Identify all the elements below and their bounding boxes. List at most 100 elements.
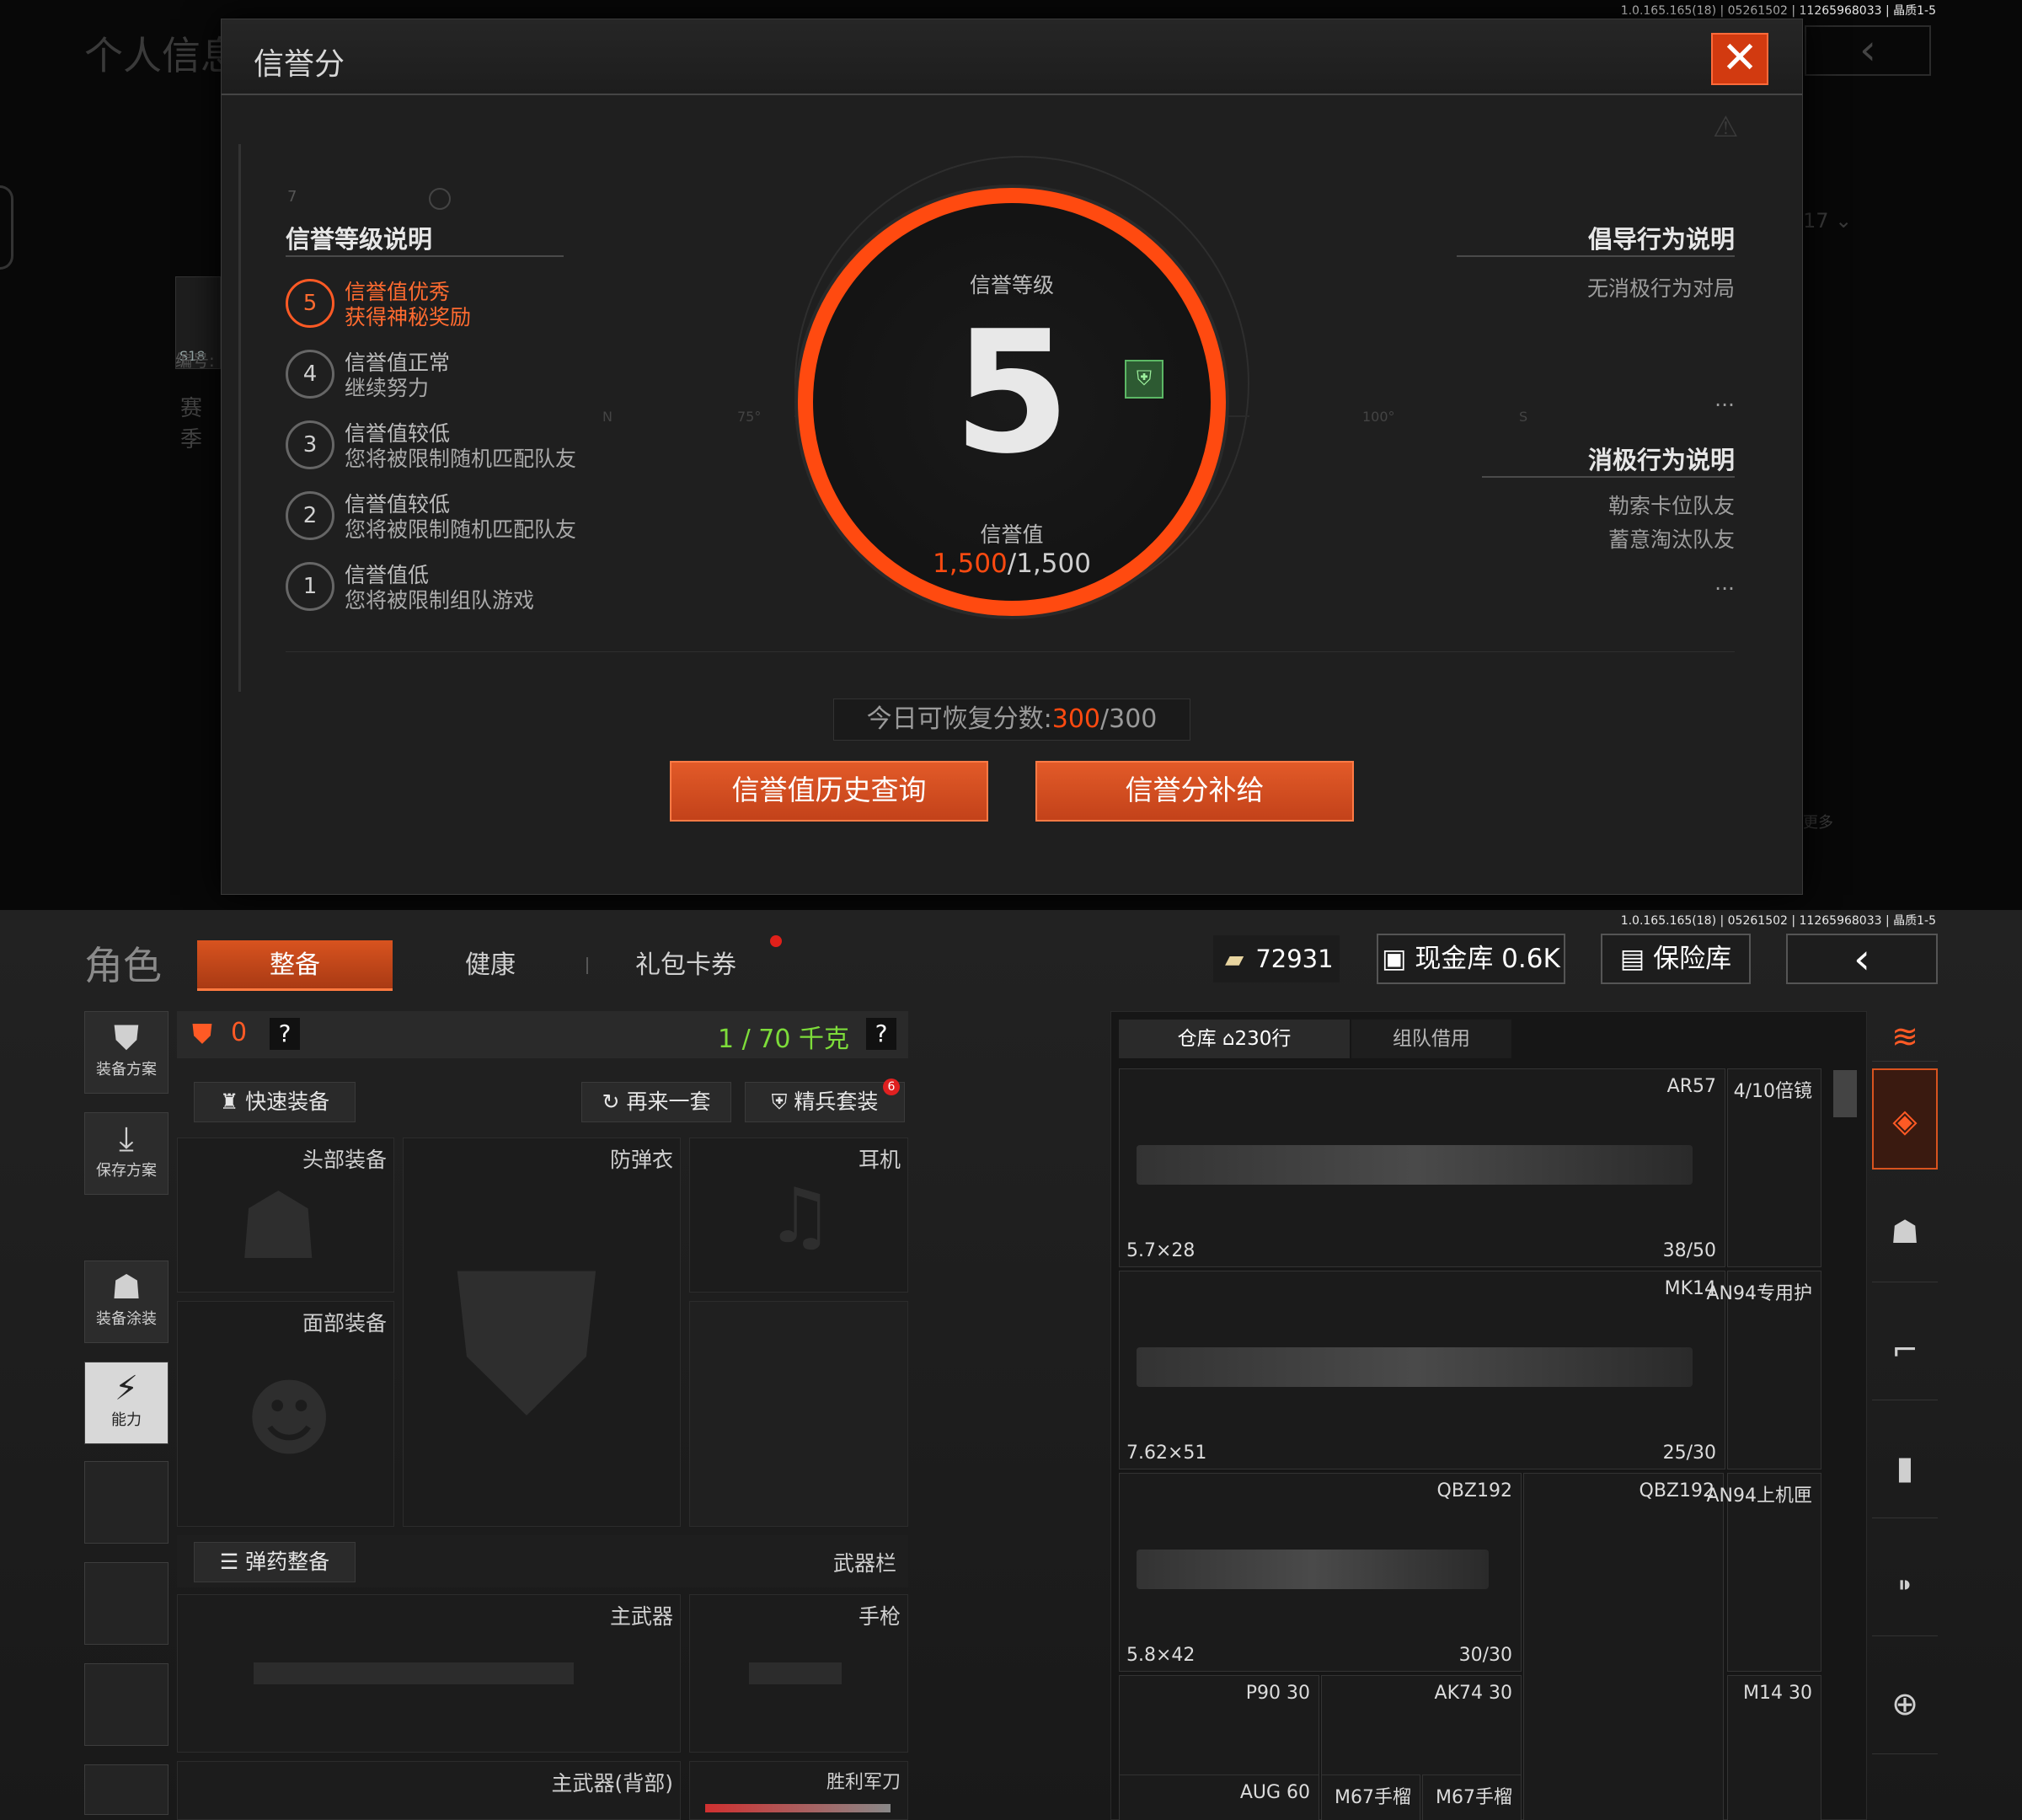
item-cell[interactable]: AN94专用护 (1706, 1271, 1821, 1469)
bg-right-panel: ‹ 17 ⌄ 更多 (1796, 25, 2022, 910)
item-cell[interactable]: M67手榴 (1321, 1774, 1420, 1820)
mask-icon: ☻ (245, 1369, 334, 1468)
quick-equip-button[interactable]: ♜ 快速装备 (194, 1082, 356, 1122)
page-title: 角色 (84, 943, 162, 988)
knife-slot[interactable]: 胜利军刀 (689, 1761, 908, 1820)
equipment-header: ⛊ 0 ? 1 / 70 千克 ? (177, 1011, 908, 1058)
credit-screen: 个人信息 S18 编号: 赛季 ‹ 17 ⌄ 更多 1.0.165.165(18… (0, 0, 2022, 910)
item-cell[interactable]: AR57 5.7×28 38/50 (1119, 1068, 1725, 1267)
tab-gift[interactable]: 礼包卡券 (588, 940, 784, 991)
level-section-title: 信誉等级说明 (286, 225, 433, 254)
item-count: 30/30 (1458, 1645, 1512, 1666)
tab-prepare[interactable]: 整备 (197, 940, 393, 991)
refresh-icon: ↻ (602, 1089, 627, 1114)
helmet-category-icon[interactable]: ☗ (1872, 1181, 1938, 1282)
item-name: QBZ192 (1639, 1480, 1714, 1502)
head-slot[interactable]: 头部装备 ☗ (177, 1138, 394, 1293)
vest-slot[interactable]: 防弹衣 ⛊ (403, 1138, 681, 1527)
item-name: QBZ192 (1436, 1480, 1512, 1502)
crosshair-icon (429, 188, 451, 210)
vest-silhouette-icon: ⛊ (454, 1231, 600, 1456)
item-cell[interactable]: AN94上机匣 (1706, 1473, 1821, 1672)
bg-back-button: ‹ (1805, 25, 1931, 76)
positive-title: 倡导行为说明 (1587, 225, 1735, 254)
negative-item-1: 勒索卡位队友 (1607, 494, 1735, 518)
elite-badge: 6 (883, 1079, 900, 1095)
face-slot[interactable]: 面部装备 ☻ (177, 1301, 394, 1527)
weapon-image (1137, 1550, 1489, 1589)
warehouse-scrollbar[interactable] (1833, 1070, 1857, 1117)
helmet-icon: ☗ (237, 1172, 320, 1280)
cash-vault-button[interactable]: ▣ 现金库 0.6K (1377, 934, 1565, 984)
cash-icon: ▣ (1382, 944, 1415, 974)
item-name: AUG 60 (1239, 1782, 1310, 1803)
credit-modal: 信誉分 ✕ 7 信誉等级说明 5 信誉值优秀 获得神秘奖励 4 信誉值正常 继续努力 3 信誉… (221, 19, 1803, 895)
positive-more: ... (1714, 387, 1735, 411)
compass-s: S (1519, 409, 1528, 425)
level-desc: 您将被限制组队游戏 (345, 588, 535, 613)
recover-label: 今日可恢复分数: (866, 704, 1052, 734)
item-cell[interactable]: 4/10倍镜 (1727, 1068, 1821, 1267)
item-cell[interactable]: QBZ192 (1523, 1473, 1724, 1820)
tab-health[interactable]: 健康 (393, 940, 588, 991)
tab-team-borrow[interactable]: 组队借用 (1351, 1020, 1511, 1058)
ability-button[interactable]: ⚡ 能力 (84, 1362, 168, 1444)
armor-help-button[interactable]: ? (270, 1018, 300, 1050)
safe-button[interactable]: ▤ 保险库 (1601, 934, 1751, 984)
rifle-category-icon[interactable]: ⌐ (1872, 1299, 1938, 1400)
primary-weapon-label: 主武器 (609, 1604, 673, 1629)
shirt-icon: ♜ (219, 1089, 246, 1114)
currency-display: ▰ 72931 (1213, 935, 1340, 982)
item-cell[interactable]: MK14 7.62×51 25/30 (1119, 1271, 1725, 1469)
primary-weapon-slot[interactable]: 主武器 (177, 1594, 681, 1753)
close-button[interactable]: ✕ (1711, 33, 1768, 85)
ammo-prepare-button[interactable]: ☰ 弹药整备 (194, 1542, 356, 1582)
scope-category-icon[interactable]: ⊕ (1872, 1653, 1938, 1754)
gauge-value-current: 1,500 (933, 549, 1008, 579)
level-desc: 您将被限制随机匹配队友 (345, 517, 577, 542)
sort-icon[interactable]: ≋ (1872, 1011, 1938, 1062)
item-cell[interactable]: QBZ192 5.8×42 30/30 (1119, 1473, 1522, 1672)
close-icon: ✕ (1721, 33, 1758, 83)
negative-more: ... (1714, 570, 1735, 595)
credit-supply-button[interactable]: 信誉分补给 (1035, 761, 1354, 822)
elite-label: 精兵套装 (794, 1089, 879, 1114)
vest-slot-label: 防弹衣 (609, 1148, 673, 1172)
weapon-image (1137, 1145, 1693, 1185)
ear-slot[interactable]: 耳机 ♫ (689, 1138, 908, 1293)
skin-button[interactable]: ☗ 装备涂装 (84, 1261, 168, 1343)
level-number: 3 (286, 420, 334, 469)
back-button[interactable]: ‹ (1786, 934, 1938, 984)
shield-icon: ⛨ (771, 1089, 794, 1114)
all-items-icon[interactable]: ◈ (1872, 1068, 1938, 1170)
notification-dot (770, 935, 782, 947)
elite-set-button[interactable]: ⛨ 精兵套装 (745, 1082, 905, 1122)
list-icon: ☰ (219, 1550, 246, 1574)
magazine-category-icon[interactable]: ▮ (1872, 1417, 1938, 1518)
loadout-plan-button[interactable]: ⛊ 装备方案 (84, 1011, 168, 1094)
item-cell[interactable]: AUG 60 (1119, 1774, 1319, 1820)
level-item-2: 2 信誉值较低 您将被限制随机匹配队友 (286, 486, 639, 545)
bullet-category-icon[interactable]: ⁍ (1872, 1535, 1938, 1636)
item-cell[interactable]: M14 30 (1727, 1675, 1821, 1820)
gauge-level-value: 5 (953, 295, 1071, 491)
item-name: AN94上机匣 (1706, 1485, 1812, 1507)
primary-back-slot[interactable]: 主武器(背部) (177, 1761, 681, 1820)
weight-display: 1 / 70 千克 (718, 1025, 849, 1054)
credit-history-button[interactable]: 信誉值历史查询 (670, 761, 988, 822)
version-text: 1.0.165.165(18) | 05261502 | 11265968033… (1620, 4, 1936, 18)
tab-warehouse[interactable]: 仓库 ⌂230行 (1119, 1020, 1350, 1058)
weapon-bar-label: 武器栏 (832, 1551, 896, 1576)
pistol-slot[interactable]: 手枪 (689, 1594, 908, 1753)
gauge-value-max: /1,500 (1007, 549, 1091, 579)
again-button[interactable]: ↻ 再来一套 (581, 1082, 731, 1122)
item-cell[interactable]: M67手榴 (1422, 1774, 1522, 1820)
bg-match-label: 赛季 (180, 396, 203, 452)
rank-badge-icon: ⛨ (1125, 360, 1163, 399)
positive-item: 无消极行为对局 (1586, 276, 1735, 301)
money-icon: ▰ (1225, 945, 1244, 973)
save-plan-button[interactable]: ⤓ 保存方案 (84, 1112, 168, 1195)
weight-help-button[interactable]: ? (866, 1018, 896, 1050)
level-item-5: 5 信誉值优秀 获得神秘奖励 (286, 274, 639, 333)
level-desc: 继续努力 (345, 376, 430, 400)
